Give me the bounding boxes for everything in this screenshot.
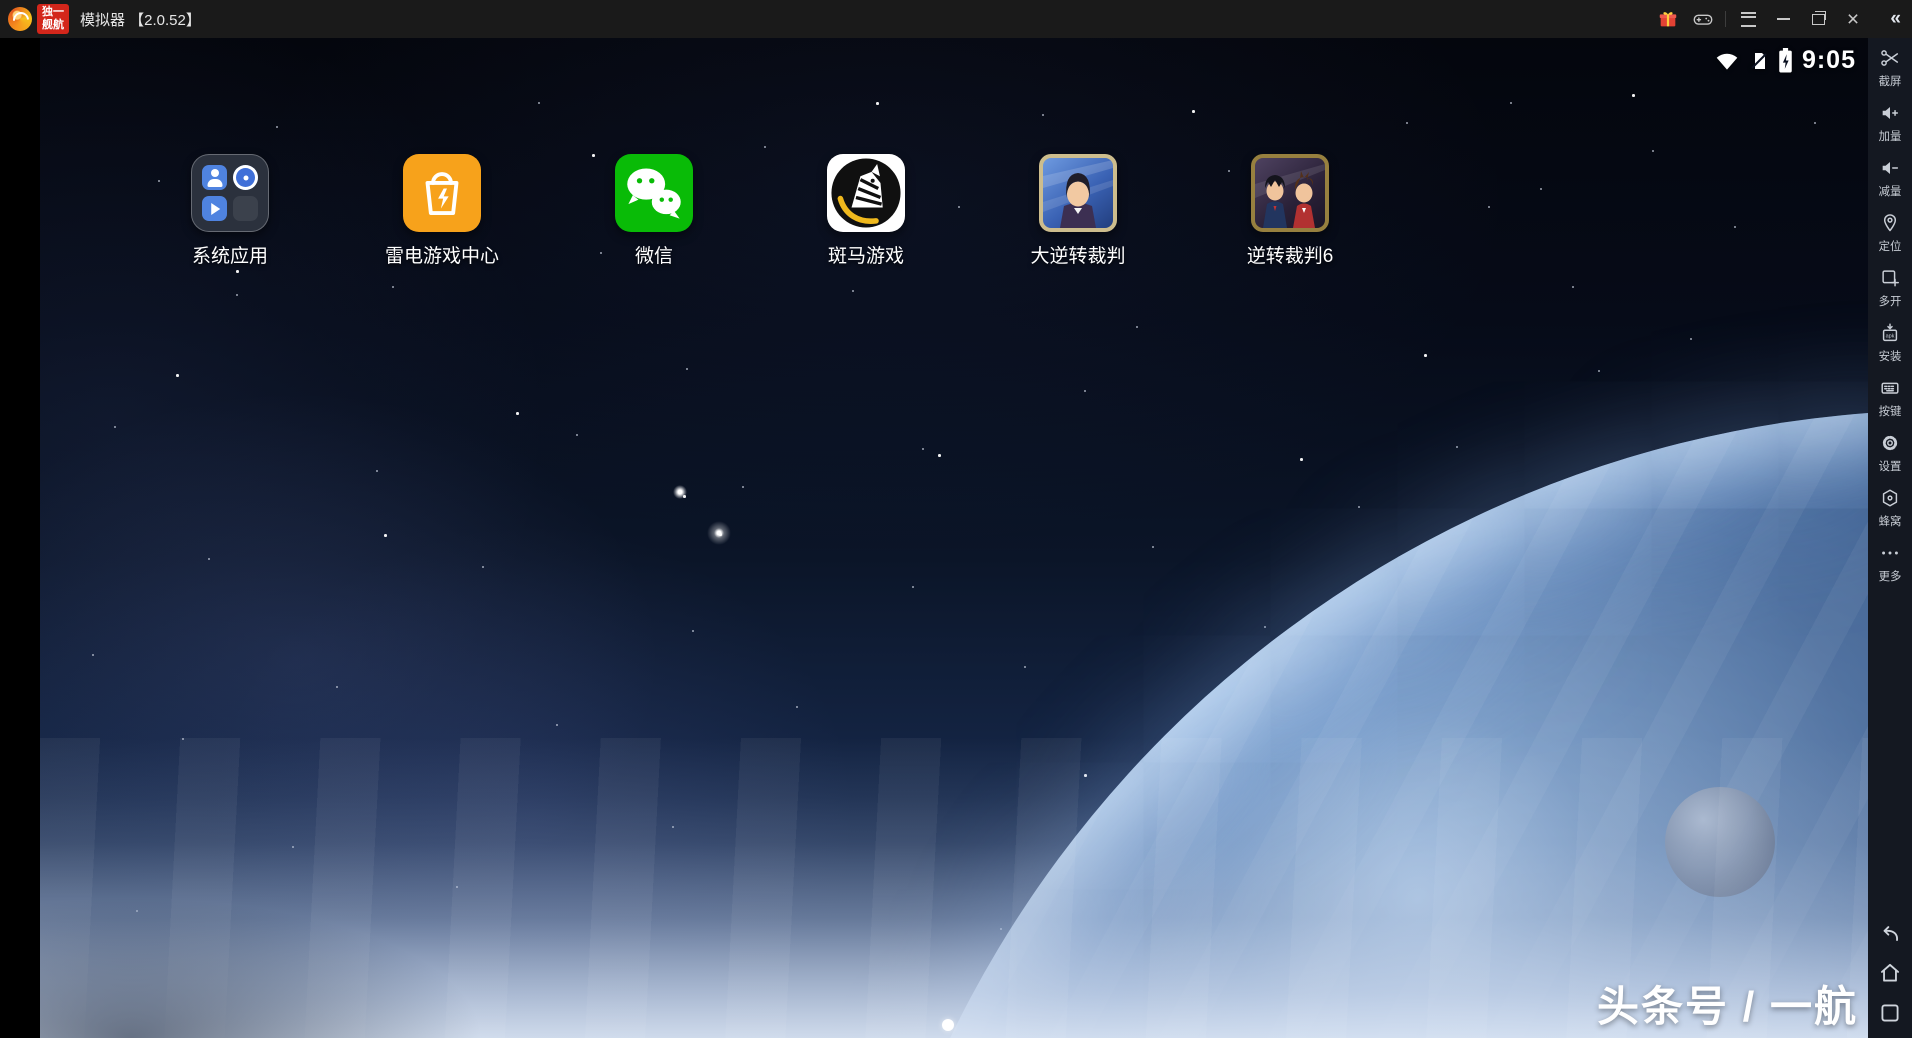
app-label: 雷电游戏中心: [385, 241, 499, 268]
honeycomb-icon: [1879, 486, 1901, 510]
sidebar-item-location[interactable]: 定位: [1868, 211, 1912, 266]
restore-icon: [1812, 14, 1825, 25]
app-gyakuten-saiban-6[interactable]: 逆转裁判6: [1184, 154, 1396, 268]
sidebar-item-label: 定位: [1879, 237, 1902, 253]
hamburger-icon: [1741, 12, 1756, 27]
sidebar-item-label: 多开: [1879, 292, 1902, 308]
app-logo-icon: [8, 7, 32, 31]
home-icon: [1877, 960, 1903, 986]
sidebar-item-label: 减量: [1879, 182, 1902, 198]
app-label: 系统应用: [192, 241, 268, 268]
gamepad-icon: [1692, 8, 1714, 30]
app-system-apps[interactable]: 系统应用: [124, 154, 336, 268]
app-zebra-games[interactable]: 斑马游戏: [760, 154, 972, 268]
dai-gyakuten-saiban-icon: [1039, 154, 1117, 232]
mini-contacts-icon: [202, 165, 227, 190]
app-grid: 系统应用 雷电游戏中心: [124, 154, 1396, 268]
recents-icon: [1877, 1000, 1903, 1026]
sidebar-item-label: 设置: [1879, 457, 1902, 473]
android-screen: 9:05 系统应用: [0, 38, 1868, 1038]
zebra-games-icon: [827, 154, 905, 232]
sidebar-item-label: 截屏: [1879, 72, 1902, 88]
gamepad-button[interactable]: [1690, 6, 1716, 32]
sidebar-collapse-button[interactable]: «: [1890, 0, 1901, 38]
titlebar-left: 独一舰航 模拟器 【2.0.52】: [0, 4, 201, 34]
menu-button[interactable]: [1735, 6, 1761, 32]
sidebar-item-install-apk[interactable]: apk 安装: [1868, 321, 1912, 376]
mini-gallery-icon: [202, 196, 227, 221]
minimize-icon: [1777, 18, 1790, 20]
toolbar-sidebar: 截屏 加量 减量 定位 多开: [1868, 38, 1912, 1038]
scissors-icon: [1879, 46, 1901, 70]
sidebar-item-multi-instance[interactable]: 多开: [1868, 266, 1912, 321]
stars-layer-bright: [40, 38, 43, 41]
back-icon: [1877, 920, 1903, 946]
titlebar-controls: ×: [1655, 0, 1866, 38]
sidebar-item-settings[interactable]: 设置: [1868, 431, 1912, 486]
sidebar-item-label: 按键: [1879, 402, 1902, 418]
app-dai-gyakuten-saiban[interactable]: 大逆转裁判: [972, 154, 1184, 268]
keyboard-icon: [1879, 376, 1901, 400]
android-nav-buttons: [1877, 920, 1903, 1038]
system-apps-folder-icon: [191, 154, 269, 232]
svg-text:apk: apk: [1886, 334, 1895, 340]
apk-install-icon: apk: [1879, 321, 1901, 345]
sidebar-item-volume-down[interactable]: 减量: [1868, 156, 1912, 211]
volume-up-icon: [1879, 101, 1901, 125]
sidebar-item-volume-up[interactable]: 加量: [1868, 101, 1912, 156]
mini-empty-slot: [233, 196, 258, 221]
sidebar-item-screenshot[interactable]: 截屏: [1868, 46, 1912, 101]
gyakuten-saiban-6-icon: [1251, 154, 1329, 232]
seal-badge: 独一舰航: [37, 4, 69, 34]
app-label: 大逆转裁判: [1030, 241, 1125, 268]
gear-icon: [1879, 431, 1901, 455]
sidebar-item-honeycomb[interactable]: 蜂窝: [1868, 486, 1912, 541]
battery-charging-icon: [1778, 48, 1793, 73]
bright-star: [673, 485, 687, 499]
watermark-text: 头条号 / 一航: [1597, 973, 1858, 1034]
app-label: 微信: [635, 241, 673, 268]
gift-button[interactable]: [1655, 6, 1681, 32]
android-status-bar: 9:05: [1714, 46, 1856, 75]
sidebar-item-label: 更多: [1879, 567, 1902, 583]
wechat-icon: [615, 154, 693, 232]
home-button[interactable]: [1877, 960, 1903, 986]
minimize-button[interactable]: [1770, 6, 1796, 32]
app-label: 逆转裁判6: [1247, 241, 1334, 268]
multi-instance-icon: [1879, 266, 1901, 290]
close-button[interactable]: ×: [1840, 6, 1866, 32]
location-pin-icon: [1879, 211, 1901, 235]
gift-icon: [1657, 8, 1679, 30]
titlebar: 独一舰航 模拟器 【2.0.52】: [0, 0, 1912, 38]
app-label: 斑马游戏: [828, 241, 904, 268]
atmosphere-haze: [40, 738, 1868, 1038]
wallpaper[interactable]: 9:05 系统应用: [40, 38, 1868, 1038]
app-ld-game-center[interactable]: 雷电游戏中心: [336, 154, 548, 268]
sidebar-item-label: 安装: [1879, 347, 1902, 363]
sidebar-item-more[interactable]: 更多: [1868, 541, 1912, 596]
recents-button[interactable]: [1877, 1000, 1903, 1026]
sidebar-item-keymapping[interactable]: 按键: [1868, 376, 1912, 431]
app-wechat[interactable]: 微信: [548, 154, 760, 268]
page-indicator-dot: [942, 1019, 954, 1031]
volume-down-icon: [1879, 156, 1901, 180]
sidebar-item-label: 加量: [1879, 127, 1902, 143]
titlebar-divider: [1725, 11, 1726, 27]
mini-clock-icon: [233, 165, 258, 190]
bright-star: [707, 521, 731, 545]
clock-time: 9:05: [1802, 46, 1856, 75]
back-button[interactable]: [1877, 920, 1903, 946]
emulator-window: 独一舰航 模拟器 【2.0.52】: [0, 0, 1912, 1038]
more-dots-icon: [1879, 541, 1901, 565]
no-sim-icon: [1749, 51, 1769, 71]
sidebar-item-label: 蜂窝: [1879, 512, 1902, 528]
wifi-icon: [1714, 51, 1740, 71]
window-title: 模拟器 【2.0.52】: [80, 9, 201, 30]
ld-game-center-icon: [403, 154, 481, 232]
restore-button[interactable]: [1805, 6, 1831, 32]
